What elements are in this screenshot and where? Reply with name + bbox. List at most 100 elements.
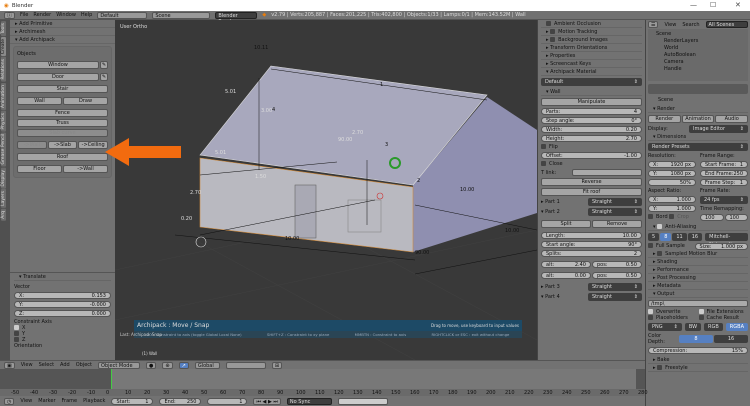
part-3-type-select[interactable]: Straight ⇕ xyxy=(588,283,642,291)
menu-frame[interactable]: Frame xyxy=(62,398,78,404)
flip-checkbox[interactable]: Flip xyxy=(541,144,642,150)
panel-motion-blur[interactable]: ▸ Sampled Motion Blur xyxy=(648,250,748,258)
playback-controls[interactable]: ⏮ ◀ ▶ ⏭ xyxy=(253,397,281,405)
tab-layers[interactable]: Layers xyxy=(1,189,6,209)
remove-button[interactable]: Remove xyxy=(592,220,642,228)
part-4-type-select[interactable]: Straight ⇕ xyxy=(588,293,642,301)
menu-marker[interactable]: Marker xyxy=(38,398,55,404)
tlink-field[interactable] xyxy=(572,169,642,176)
panel-translate[interactable]: ▾ Translate xyxy=(14,273,111,281)
height-field[interactable]: Height: 2.70 xyxy=(541,135,642,142)
res-y-field[interactable]: Y: 1080 px xyxy=(648,170,696,177)
panel-archimesh[interactable]: ▸ Archimesh xyxy=(10,28,115,36)
offset-field[interactable]: Offset: -1.00 xyxy=(541,152,642,159)
material-select[interactable]: Default ⇕ xyxy=(541,78,642,86)
to-wall-button[interactable]: ->Wall xyxy=(17,141,47,149)
panel-dimensions[interactable]: ▾ Dimensions xyxy=(648,133,748,141)
alt-field[interactable]: alt: 0.00 xyxy=(541,272,591,279)
ambient-occlusion-toggle[interactable]: Ambient Occlusion xyxy=(541,20,642,28)
current-frame-field[interactable]: 1 xyxy=(207,397,248,405)
editor-type-button[interactable]: ▣ xyxy=(4,361,15,369)
tab-create[interactable]: Create xyxy=(1,37,6,57)
bw-button[interactable]: BW xyxy=(684,323,702,331)
rgba-button[interactable]: RGBA xyxy=(725,323,748,331)
menu-window[interactable]: Window xyxy=(56,12,76,18)
manipulate-button[interactable]: Manipulate xyxy=(541,98,642,106)
display-select[interactable]: Image Editor ⇕ xyxy=(689,125,748,133)
border-checkbox[interactable]: Bord xyxy=(648,214,668,220)
floor-to-wall-button[interactable]: ->Wall xyxy=(63,165,108,173)
outliner-item[interactable]: Scene xyxy=(650,31,746,38)
panel-performance[interactable]: ▸ Performance xyxy=(648,266,748,274)
window-button[interactable]: Window xyxy=(17,61,99,69)
panel-add-archipack[interactable]: ▾ Add Archipack xyxy=(10,36,115,44)
part-1-type-select[interactable]: Straight ⇕ xyxy=(588,198,642,206)
render-presets-select[interactable]: Render Presets ⇕ xyxy=(648,143,748,151)
menu-file[interactable]: File xyxy=(20,12,28,18)
start-angle-field[interactable]: Start angle: 90° xyxy=(541,241,642,248)
3d-viewport[interactable]: User Ortho 10.11 3.00 5.01 5.01 2.70 2.7… xyxy=(115,20,537,360)
aa-filter-select[interactable]: Mitchell-Netravali xyxy=(705,233,748,248)
cache-result-checkbox[interactable]: Cache Result xyxy=(698,315,749,321)
panel-wall[interactable]: ▾ Wall xyxy=(541,88,642,96)
tab-tools[interactable]: Tools xyxy=(1,21,6,37)
panel-add-primitive[interactable]: ▸ Add Primitive xyxy=(10,20,115,28)
current-frame-line[interactable] xyxy=(111,369,112,389)
panel-freestyle[interactable]: ▸ Freestyle xyxy=(648,364,748,372)
pivot-select[interactable]: ⊕ xyxy=(162,361,173,369)
floor-button[interactable]: Floor xyxy=(17,165,62,173)
snap-toggle[interactable]: ⊞ xyxy=(271,361,283,369)
to-slab-button[interactable]: ->Slab xyxy=(47,141,78,149)
compression-slider[interactable]: Compression: 15% xyxy=(648,347,748,354)
tab-arq[interactable]: Arq xyxy=(1,209,6,222)
outliner-item[interactable]: Camera xyxy=(650,59,746,66)
audio-button[interactable]: Audio xyxy=(715,115,749,123)
panel-screencast-keys[interactable]: ▸ Screencast Keys xyxy=(541,60,642,68)
vector-y-field[interactable]: Y: -0.000 xyxy=(14,301,111,308)
start-frame-field[interactable]: Start Frame: 1 xyxy=(700,161,748,168)
door-button[interactable]: Door xyxy=(17,73,99,81)
menu-add[interactable]: Add xyxy=(60,362,70,368)
orientation-select[interactable]: Global xyxy=(194,361,220,369)
outliner-view-menu[interactable]: View xyxy=(664,22,676,28)
layout-select[interactable]: Default xyxy=(97,11,148,19)
outliner-filter-select[interactable]: All Scenes xyxy=(705,21,748,28)
length-field[interactable]: Length: 10.00 xyxy=(541,232,642,239)
menu-select[interactable]: Select xyxy=(39,362,54,368)
timeline[interactable]: -50 -40 -30 -20 -10 0 10 20 30 40 50 60 70 80 90 100 110… xyxy=(0,369,648,396)
keying-set-field[interactable] xyxy=(337,397,388,405)
outliner-item[interactable]: RenderLayers xyxy=(650,38,746,45)
aa-samples-11[interactable]: 11 xyxy=(672,233,687,241)
end-field[interactable]: End: 250 xyxy=(159,397,202,405)
vector-z-field[interactable]: Z: 0.000 xyxy=(14,310,111,317)
depth-16-button[interactable]: 16 xyxy=(714,335,748,343)
part-2-toggle[interactable]: ▾ Part 2 xyxy=(541,209,587,215)
crop-checkbox[interactable]: Crop xyxy=(669,214,689,220)
to-ceiling-button[interactable]: ->Ceiling xyxy=(78,141,109,149)
start-field[interactable]: Start: 1 xyxy=(111,397,154,405)
menu-help[interactable]: Help xyxy=(81,12,92,18)
remap-new-field[interactable]: 100 xyxy=(724,214,748,221)
parts-field[interactable]: Parts: 4 xyxy=(541,108,642,115)
panel-bake[interactable]: ▸ Bake xyxy=(648,356,748,364)
menu-view[interactable]: View xyxy=(20,398,32,404)
door-draw-icon[interactable]: ✎ xyxy=(100,73,108,81)
reverse-button[interactable]: Reverse xyxy=(541,178,642,186)
rgb-button[interactable]: RGB xyxy=(704,323,723,331)
render-button[interactable]: Render xyxy=(648,115,681,123)
layers-grid[interactable] xyxy=(225,361,266,369)
output-path-field[interactable]: /tmp\ xyxy=(648,300,748,307)
outliner-editor-button[interactable]: ☰ xyxy=(648,21,659,28)
close-button[interactable]: ✕ xyxy=(735,1,741,9)
sync-select[interactable]: No Sync xyxy=(286,397,332,405)
aa-samples-5[interactable]: 5 xyxy=(648,233,660,241)
panel-background-images[interactable]: ▸ Background Images xyxy=(541,36,642,44)
menu-object[interactable]: Object xyxy=(76,362,92,368)
fit-roof-button[interactable]: Fit roof xyxy=(541,188,642,196)
panel-render[interactable]: ▾ Render xyxy=(648,105,748,113)
scene-select[interactable]: Scene xyxy=(152,11,211,19)
res-percent-slider[interactable]: 50% xyxy=(648,179,696,186)
wall-button[interactable]: Wall xyxy=(17,97,62,105)
panel-metadata[interactable]: ▸ Metadata xyxy=(648,282,748,290)
panel-motion-tracking[interactable]: ▸ Motion Tracking xyxy=(541,28,642,36)
